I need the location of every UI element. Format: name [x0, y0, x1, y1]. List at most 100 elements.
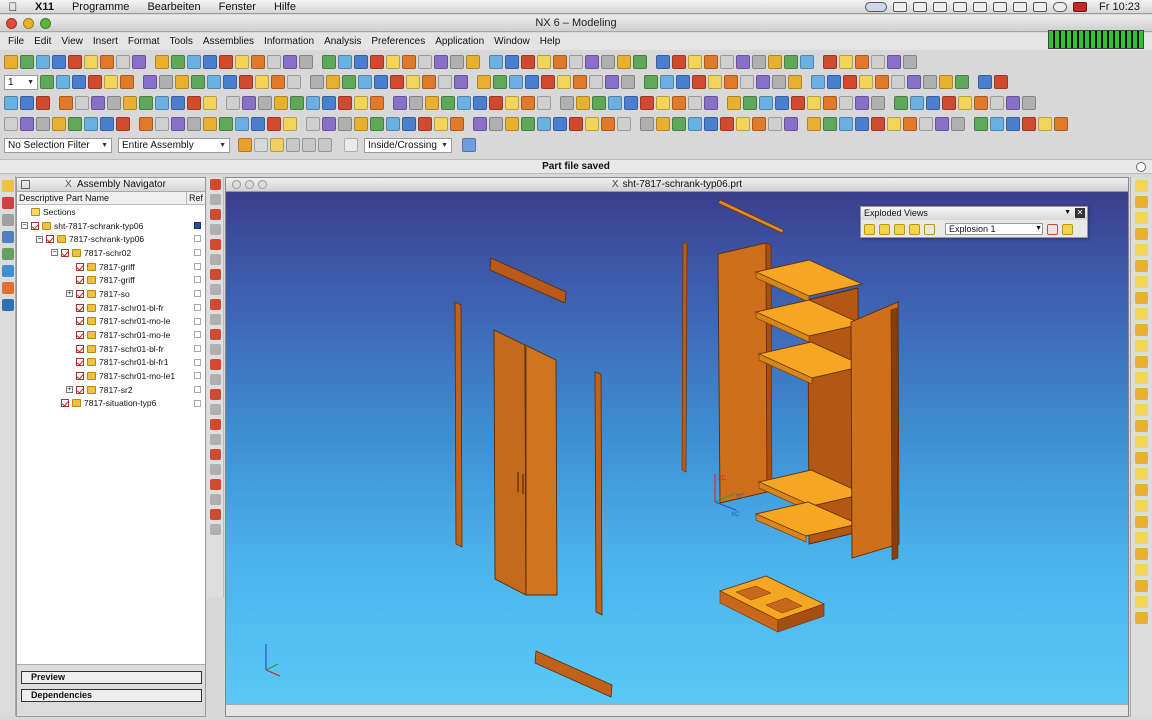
tool-icon[interactable]: [20, 96, 34, 110]
selection-scope-select[interactable]: Entire Assembly ▼: [118, 137, 230, 153]
assembly-navigator-tab-icon[interactable]: [2, 180, 14, 192]
tool-icon[interactable]: [84, 55, 98, 69]
mac-menu-bearbeiten[interactable]: Bearbeiten: [138, 1, 209, 13]
menu-file[interactable]: File: [0, 36, 29, 47]
tool-icon[interactable]: [951, 117, 965, 131]
tool-icon[interactable]: [84, 117, 98, 131]
tool-icon[interactable]: [807, 117, 821, 131]
tool-icon[interactable]: [910, 96, 924, 110]
link-icon[interactable]: [318, 138, 332, 152]
tool-icon[interactable]: [132, 55, 146, 69]
tool-icon[interactable]: [509, 75, 523, 89]
tool-icon[interactable]: [477, 75, 491, 89]
reference-set-box[interactable]: [194, 303, 201, 311]
tool-icon[interactable]: [736, 55, 750, 69]
tool-icon[interactable]: [322, 55, 336, 69]
column-header-part-name[interactable]: Descriptive Part Name: [17, 192, 187, 204]
tool-icon[interactable]: [418, 117, 432, 131]
visibility-checkbox[interactable]: [61, 248, 69, 257]
reference-set-box[interactable]: [194, 235, 201, 243]
tool-icon[interactable]: [267, 117, 281, 131]
tool-icon[interactable]: [955, 75, 969, 89]
tool-icon[interactable]: [493, 75, 507, 89]
tool-icon[interactable]: [752, 55, 766, 69]
tool-icon[interactable]: [68, 117, 82, 131]
tool-icon[interactable]: [942, 96, 956, 110]
tool-icon[interactable]: [1135, 340, 1148, 352]
selection-filter-select[interactable]: No Selection Filter ▼: [4, 137, 112, 153]
tool-icon[interactable]: [525, 75, 539, 89]
tool-icon[interactable]: [283, 117, 297, 131]
tool-icon[interactable]: [688, 55, 702, 69]
new-explosion-icon[interactable]: [864, 223, 875, 235]
tool-icon[interactable]: [120, 75, 134, 89]
tool-icon[interactable]: [100, 117, 114, 131]
reuse-library-tab-icon[interactable]: [2, 248, 14, 260]
tool-icon[interactable]: [743, 96, 757, 110]
tool-icon[interactable]: [656, 117, 670, 131]
tool-icon[interactable]: [939, 75, 953, 89]
visibility-checkbox[interactable]: [76, 317, 84, 326]
tool-icon[interactable]: [1135, 484, 1148, 496]
menu-insert[interactable]: Insert: [88, 36, 123, 47]
tool-icon[interactable]: [692, 75, 706, 89]
tool-icon[interactable]: [72, 75, 86, 89]
visibility-checkbox[interactable]: [76, 289, 84, 298]
tool-icon[interactable]: [171, 96, 185, 110]
tool-icon[interactable]: [36, 117, 50, 131]
tool-icon[interactable]: [171, 55, 185, 69]
tool-icon[interactable]: [209, 524, 221, 535]
tool-icon[interactable]: [209, 254, 221, 265]
save-icon[interactable]: [194, 221, 201, 229]
tool-icon[interactable]: [338, 55, 352, 69]
tree-row[interactable]: − 7817-schr02: [17, 246, 205, 260]
tool-icon[interactable]: [100, 55, 114, 69]
tool-icon[interactable]: [209, 509, 221, 520]
tool-icon[interactable]: [209, 479, 221, 490]
tool-icon[interactable]: [589, 75, 603, 89]
tool-icon[interactable]: [1135, 420, 1148, 432]
tool-icon[interactable]: [209, 359, 221, 370]
tool-icon[interactable]: [283, 55, 297, 69]
tool-icon[interactable]: [239, 75, 253, 89]
tool-icon[interactable]: [1135, 548, 1148, 560]
expand-icon[interactable]: +: [66, 386, 73, 394]
tool-icon[interactable]: [887, 117, 901, 131]
visibility-checkbox[interactable]: [76, 358, 84, 367]
menu-view[interactable]: View: [56, 36, 88, 47]
tool-icon[interactable]: [310, 75, 324, 89]
tool-icon[interactable]: [505, 55, 519, 69]
tool-icon[interactable]: [573, 75, 587, 89]
tool-icon[interactable]: [438, 75, 452, 89]
tree-row[interactable]: − 7817-schrank-typ06: [17, 232, 205, 246]
tool-icon[interactable]: [772, 75, 786, 89]
tool-icon[interactable]: [1135, 244, 1148, 256]
tool-icon[interactable]: [406, 75, 420, 89]
tool-icon[interactable]: [139, 117, 153, 131]
tool-icon[interactable]: [226, 96, 240, 110]
tool-icon[interactable]: [537, 117, 551, 131]
tool-icon[interactable]: [1135, 596, 1148, 608]
tool-icon[interactable]: [209, 194, 221, 205]
tool-icon[interactable]: [434, 117, 448, 131]
unexplode-icon[interactable]: [909, 223, 920, 235]
tool-icon[interactable]: [974, 117, 988, 131]
tool-icon[interactable]: [827, 75, 841, 89]
selection-mode-select[interactable]: Inside/Crossing ▼: [364, 137, 452, 153]
menu-analysis[interactable]: Analysis: [319, 36, 366, 47]
menu-help[interactable]: Help: [535, 36, 566, 47]
tool-icon[interactable]: [155, 55, 169, 69]
tree-row[interactable]: 7817-griff: [17, 273, 205, 287]
tool-icon[interactable]: [354, 117, 368, 131]
tool-icon[interactable]: [521, 96, 535, 110]
volume-icon[interactable]: [1053, 1, 1068, 12]
reference-set-box[interactable]: [194, 331, 201, 339]
tool-icon[interactable]: [521, 55, 535, 69]
tool-icon[interactable]: [409, 96, 423, 110]
close-icon[interactable]: X: [65, 178, 72, 191]
tool-icon[interactable]: [617, 55, 631, 69]
tool-icon[interactable]: [624, 96, 638, 110]
tool-icon[interactable]: [390, 75, 404, 89]
tool-icon[interactable]: [1135, 196, 1148, 208]
tool-icon[interactable]: [187, 117, 201, 131]
